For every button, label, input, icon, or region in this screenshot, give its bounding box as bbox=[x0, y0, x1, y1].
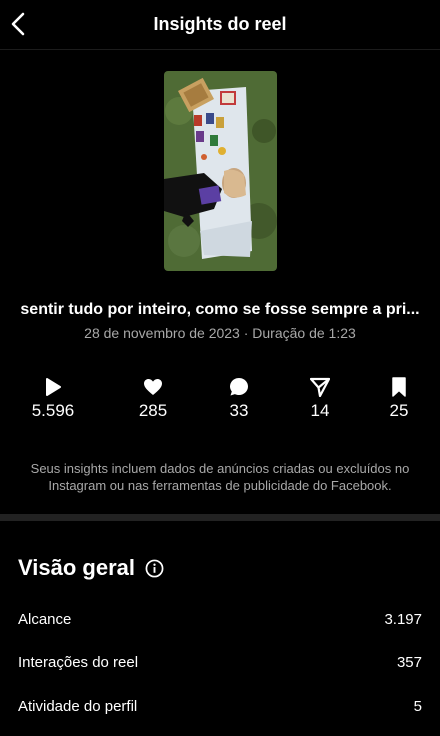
stat-plays: 5.596 bbox=[13, 376, 93, 421]
insights-notice: Seus insights incluem dados de anúncios … bbox=[30, 461, 410, 493]
section-divider bbox=[0, 514, 440, 521]
overview-heading: Visão geral bbox=[18, 555, 164, 581]
row-value: 5 bbox=[413, 697, 422, 715]
comment-icon bbox=[230, 378, 248, 396]
stat-likes-value: 285 bbox=[138, 401, 168, 420]
stat-comments-value: 33 bbox=[229, 401, 249, 420]
reel-date-duration: 28 de novembro de 2023 · Duração de 1:23 bbox=[84, 325, 356, 341]
reel-thumbnail[interactable] bbox=[164, 71, 277, 271]
stat-saves-value: 25 bbox=[389, 401, 409, 420]
heart-icon bbox=[144, 379, 162, 395]
row-label: Alcance bbox=[18, 610, 72, 628]
overview-row-profile-activity[interactable]: Atividade do perfil 5 bbox=[18, 694, 422, 718]
row-label: Atividade do perfil bbox=[18, 697, 138, 715]
stat-shares: 14 bbox=[280, 376, 360, 421]
reel-caption: sentir tudo por inteiro, como se fosse s… bbox=[20, 301, 420, 318]
overview-title: Visão geral bbox=[18, 555, 135, 580]
stat-shares-value: 14 bbox=[310, 401, 330, 420]
stat-plays-value: 5.596 bbox=[31, 401, 75, 420]
row-value: 357 bbox=[396, 653, 422, 671]
stat-saves: 25 bbox=[359, 376, 439, 421]
row-label: Interações do reel bbox=[18, 653, 139, 671]
stat-likes: 285 bbox=[113, 376, 193, 421]
page-title: Insights do reel bbox=[153, 14, 287, 34]
header: Insights do reel bbox=[0, 0, 440, 50]
reel-stats: 5.596 285 33 14 25 bbox=[0, 376, 440, 426]
info-button[interactable] bbox=[145, 559, 164, 578]
stat-comments: 33 bbox=[199, 376, 279, 421]
play-icon bbox=[46, 378, 61, 396]
bookmark-icon bbox=[392, 377, 406, 397]
info-icon bbox=[145, 559, 164, 577]
overview-row-reach[interactable]: Alcance 3.197 bbox=[18, 607, 422, 631]
row-value: 3.197 bbox=[384, 610, 422, 628]
share-icon bbox=[310, 377, 330, 397]
overview-row-interactions[interactable]: Interações do reel 357 bbox=[18, 650, 422, 674]
